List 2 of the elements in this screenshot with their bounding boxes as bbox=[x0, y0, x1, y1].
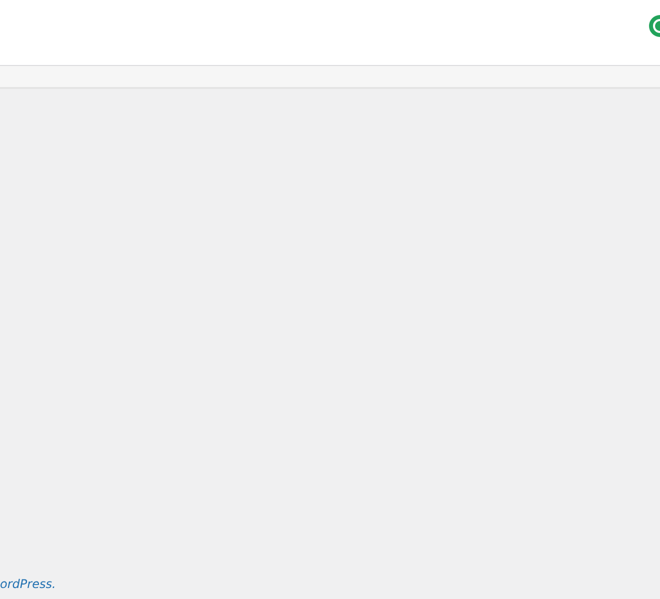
circle-logo-icon[interactable] bbox=[648, 14, 660, 38]
wordpress-link[interactable]: ordPress. bbox=[0, 577, 56, 591]
